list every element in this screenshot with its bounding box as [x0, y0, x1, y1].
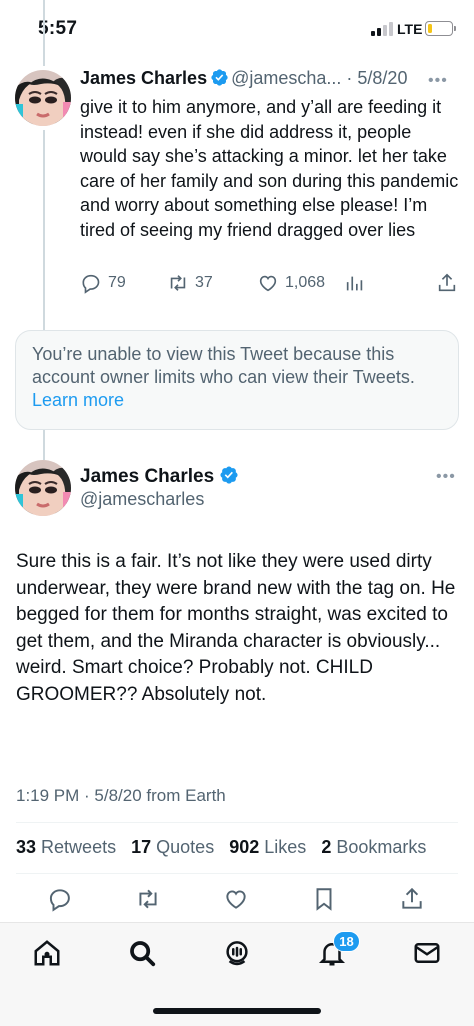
messages-icon [414, 943, 440, 963]
verified-badge-icon [211, 69, 228, 86]
verified-badge-icon [220, 466, 238, 484]
retweet-count: 37 [195, 274, 213, 291]
like-button[interactable]: 1,068 [257, 272, 325, 294]
reply-button[interactable] [47, 886, 73, 912]
divider [16, 822, 458, 823]
divider [16, 873, 458, 874]
tab-home[interactable] [32, 938, 62, 968]
thread-line-top [43, 0, 45, 66]
reply-icon [49, 889, 70, 912]
tweet-text: Sure this is a fair. It’s not like they … [16, 551, 456, 705]
share-icon [438, 273, 456, 292]
notification-badge: 18 [333, 931, 360, 952]
author-handle[interactable]: @jamescha... [231, 68, 341, 88]
share-icon [402, 887, 422, 909]
views-button[interactable] [344, 272, 366, 294]
quotes-stat[interactable]: 17 Quotes [131, 837, 214, 857]
heart-icon [259, 275, 277, 292]
like-count: 1,068 [285, 274, 326, 291]
reply-count: 79 [108, 274, 126, 291]
likes-stat[interactable]: 902 Likes [229, 837, 306, 857]
bookmark-button[interactable] [311, 886, 337, 912]
tweet-header: James Charles @jamescha... · 5/8/20 [80, 68, 408, 88]
thread-line-bottom [43, 430, 45, 460]
learn-more-link[interactable]: Learn more [32, 389, 442, 412]
tweet-timestamp[interactable]: 1:19 PM · 5/8/20 from Earth [16, 786, 226, 806]
retweet-icon [170, 275, 186, 291]
battery-icon [425, 21, 453, 36]
tab-search[interactable] [127, 938, 157, 968]
reply-button[interactable]: 79 [80, 272, 126, 294]
tweet-actions: 79 37 1,068 [80, 272, 460, 296]
retweets-stat[interactable]: 33 Retweets [16, 837, 116, 857]
tab-messages[interactable] [412, 938, 442, 968]
battery-level [427, 23, 432, 33]
author-handle[interactable]: @jamescharles [80, 489, 204, 510]
limited-visibility-notice: You’re unable to view this Tweet because… [15, 330, 459, 430]
more-options-icon[interactable]: ••• [436, 468, 456, 486]
spaces-icon [226, 941, 248, 966]
reply-icon [82, 274, 100, 294]
tweet-date[interactable]: 5/8/20 [357, 68, 407, 88]
avatar[interactable] [15, 70, 71, 126]
like-button[interactable] [223, 886, 249, 912]
author-name[interactable]: James Charles [80, 465, 241, 488]
battery-tip [454, 26, 456, 31]
engagement-stats: 33 Retweets 17 Quotes 902 Likes 2 Bookma… [16, 837, 426, 858]
network-type: LTE [397, 21, 423, 37]
status-bar: 5:57 LTE [0, 0, 474, 58]
retweet-icon [139, 889, 157, 909]
bookmarks-stat[interactable]: 2 Bookmarks [321, 837, 426, 857]
search-icon [130, 941, 156, 967]
thread-line-middle [43, 130, 45, 330]
tweet-text: give it to him anymore, and y’all are fe… [80, 97, 459, 240]
home-indicator [153, 1008, 321, 1014]
tab-spaces[interactable] [222, 938, 252, 968]
share-button[interactable] [436, 272, 458, 294]
avatar[interactable] [15, 460, 71, 516]
home-icon [34, 940, 60, 966]
tweet-actions [0, 886, 474, 916]
signal-icon [371, 22, 393, 36]
heart-icon [226, 890, 246, 909]
retweet-button[interactable]: 37 [167, 272, 213, 294]
author-name[interactable]: James Charles [80, 68, 207, 88]
bookmark-icon [316, 888, 332, 911]
share-button[interactable] [399, 886, 425, 912]
analytics-icon [346, 276, 363, 291]
retweet-button[interactable] [135, 886, 161, 912]
more-options-icon[interactable]: ••• [428, 72, 448, 90]
notice-text: You’re unable to view this Tweet because… [32, 344, 415, 387]
